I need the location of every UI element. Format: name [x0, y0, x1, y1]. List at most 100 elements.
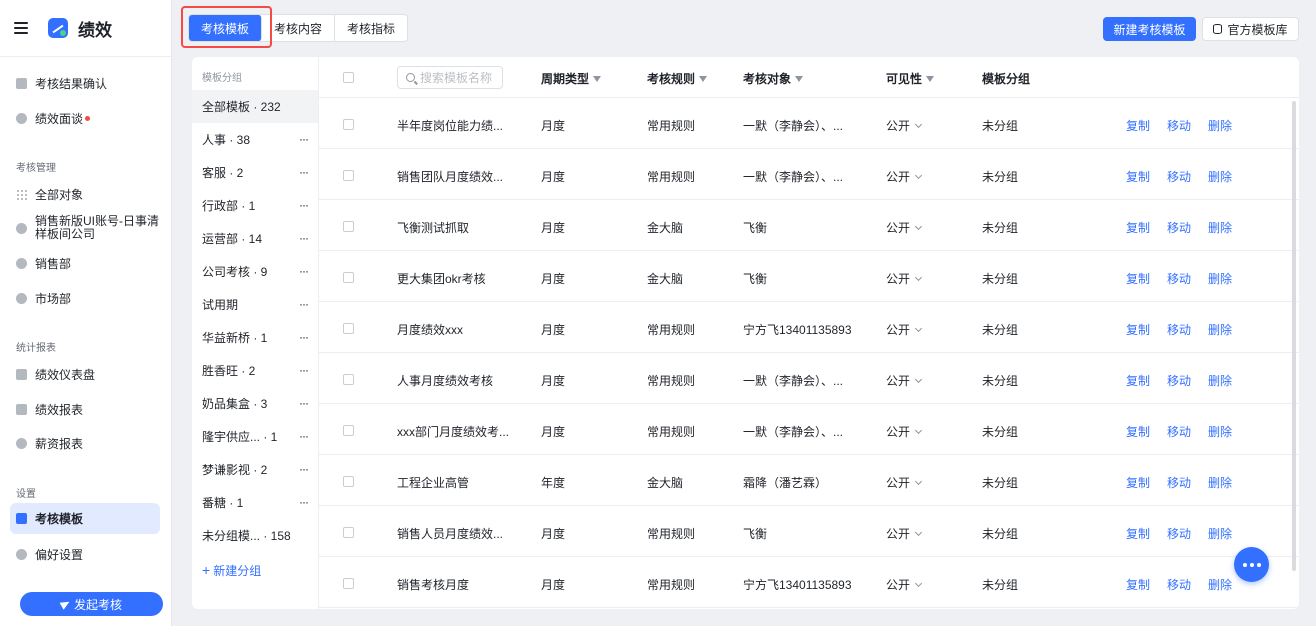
template-name[interactable]: 半年度岗位能力绩...	[397, 117, 503, 134]
template-name[interactable]: xxx部门月度绩效考...	[397, 423, 509, 440]
visibility-select[interactable]: 公开	[886, 474, 923, 491]
template-name[interactable]: 更大集团okr考核	[397, 270, 486, 287]
search-input[interactable]	[420, 70, 500, 85]
delete-button[interactable]: 删除	[1208, 576, 1232, 593]
delete-button[interactable]: 删除	[1208, 423, 1232, 440]
filter-icon[interactable]	[795, 76, 804, 82]
move-button[interactable]: 移动	[1167, 576, 1191, 593]
group-item[interactable]: 未分组模... · 158	[192, 519, 318, 552]
copy-button[interactable]: 复制	[1126, 219, 1150, 236]
row-checkbox[interactable]	[343, 221, 354, 232]
delete-button[interactable]: 删除	[1208, 525, 1232, 542]
group-item[interactable]: 隆宇供应... · 1 ···	[192, 420, 318, 453]
visibility-select[interactable]: 公开	[886, 372, 923, 389]
group-item[interactable]: 番糖 · 1 ···	[192, 486, 318, 519]
copy-button[interactable]: 复制	[1126, 576, 1150, 593]
group-item[interactable]: 全部模板 · 232	[192, 90, 318, 123]
row-checkbox[interactable]	[343, 170, 354, 181]
table-row[interactable]: 月度绩效xxx 月度 常用规则 宁方飞13401135893 公开 未分组 复制 移动 删除	[319, 302, 1299, 353]
table-row[interactable]: 销售团队月度绩效... 月度 常用规则 一默（李静会）、... 公开 未分组 复制 移动 删除	[319, 149, 1299, 200]
table-row[interactable]: 半年度岗位能力绩... 月度 常用规则 一默（李静会）、... 公开 未分组 复制 移动 删除	[319, 98, 1299, 149]
more-icon[interactable]: ···	[299, 165, 309, 179]
group-item[interactable]: 华益新桥 · 1 ···	[192, 321, 318, 354]
group-item[interactable]: 行政部 · 1 ···	[192, 189, 318, 222]
visibility-select[interactable]: 公开	[886, 576, 923, 593]
group-item[interactable]: 客服 · 2 ···	[192, 156, 318, 189]
row-checkbox[interactable]	[343, 272, 354, 283]
more-actions-button[interactable]	[1234, 547, 1269, 582]
move-button[interactable]: 移动	[1167, 219, 1191, 236]
sidebar-item-marketing[interactable]: 市场部	[10, 287, 160, 309]
row-checkbox[interactable]	[343, 425, 354, 436]
table-row[interactable]: 销售人员月度绩效... 月度 常用规则 飞衡 公开 未分组 复制 移动 删除	[319, 506, 1299, 557]
more-icon[interactable]: ···	[299, 264, 309, 278]
row-checkbox[interactable]	[343, 476, 354, 487]
row-checkbox[interactable]	[343, 578, 354, 589]
copy-button[interactable]: 复制	[1126, 525, 1150, 542]
more-icon[interactable]: ···	[299, 198, 309, 212]
copy-button[interactable]: 复制	[1126, 372, 1150, 389]
sidebar-item-preferences[interactable]: 偏好设置	[10, 543, 160, 565]
more-icon[interactable]: ···	[299, 396, 309, 410]
template-name[interactable]: 工程企业高管	[397, 474, 469, 491]
delete-button[interactable]: 删除	[1208, 270, 1232, 287]
table-row[interactable]: 工程企业高管 年度 金大脑 霜降（潘艺霖） 公开 未分组 复制 移动 删除	[319, 455, 1299, 506]
group-item[interactable]: 梦谦影视 · 2 ···	[192, 453, 318, 486]
filter-icon[interactable]	[699, 76, 708, 82]
copy-button[interactable]: 复制	[1126, 321, 1150, 338]
table-row[interactable]: 人事月度绩效考核 月度 常用规则 一默（李静会）、... 公开 未分组 复制 移动 删除	[319, 353, 1299, 404]
sidebar-item-all-targets[interactable]: 全部对象	[10, 183, 160, 205]
sidebar-item-dashboard[interactable]: 绩效仪表盘	[10, 363, 160, 385]
delete-button[interactable]: 删除	[1208, 372, 1232, 389]
tab-content[interactable]: 考核内容	[262, 15, 336, 41]
sidebar-item-company[interactable]: 销售新版UI账号-日事清 样板间公司	[10, 214, 160, 242]
search-box[interactable]	[397, 66, 503, 89]
move-button[interactable]: 移动	[1167, 321, 1191, 338]
column-visibility[interactable]: 可见性	[886, 70, 935, 87]
visibility-select[interactable]: 公开	[886, 270, 923, 287]
column-cycle[interactable]: 周期类型	[541, 70, 602, 87]
tab-indicators[interactable]: 考核指标	[335, 15, 407, 41]
visibility-select[interactable]: 公开	[886, 168, 923, 185]
table-row[interactable]: 销售考核月度 月度 常用规则 宁方飞13401135893 公开 未分组 复制 移动 删除	[319, 557, 1299, 608]
group-item[interactable]: 公司考核 · 9 ···	[192, 255, 318, 288]
visibility-select[interactable]: 公开	[886, 219, 923, 236]
delete-button[interactable]: 删除	[1208, 474, 1232, 491]
more-icon[interactable]: ···	[299, 363, 309, 377]
template-name[interactable]: 人事月度绩效考核	[397, 372, 493, 389]
more-icon[interactable]: ···	[299, 330, 309, 344]
group-item[interactable]: 奶品集盒 · 3 ···	[192, 387, 318, 420]
group-item[interactable]: 人事 · 38 ···	[192, 123, 318, 156]
new-template-button[interactable]: 新建考核模板	[1103, 17, 1196, 41]
copy-button[interactable]: 复制	[1126, 270, 1150, 287]
row-checkbox[interactable]	[343, 527, 354, 538]
more-icon[interactable]: ···	[299, 495, 309, 509]
more-icon[interactable]: ···	[299, 429, 309, 443]
filter-icon[interactable]	[926, 76, 935, 82]
menu-icon[interactable]	[14, 22, 28, 34]
move-button[interactable]: 移动	[1167, 474, 1191, 491]
move-button[interactable]: 移动	[1167, 525, 1191, 542]
column-rule[interactable]: 考核规则	[647, 70, 708, 87]
move-button[interactable]: 移动	[1167, 270, 1191, 287]
row-checkbox[interactable]	[343, 374, 354, 385]
template-name[interactable]: 销售人员月度绩效...	[397, 525, 503, 542]
sidebar-item-templates[interactable]: 考核模板	[10, 503, 160, 534]
delete-button[interactable]: 删除	[1208, 117, 1232, 134]
copy-button[interactable]: 复制	[1126, 474, 1150, 491]
more-icon[interactable]: ···	[299, 132, 309, 146]
template-name[interactable]: 月度绩效xxx	[397, 321, 463, 338]
template-name[interactable]: 销售考核月度	[397, 576, 469, 593]
template-name[interactable]: 销售团队月度绩效...	[397, 168, 503, 185]
move-button[interactable]: 移动	[1167, 168, 1191, 185]
visibility-select[interactable]: 公开	[886, 321, 923, 338]
visibility-select[interactable]: 公开	[886, 117, 923, 134]
move-button[interactable]: 移动	[1167, 372, 1191, 389]
group-item[interactable]: 运营部 · 14 ···	[192, 222, 318, 255]
move-button[interactable]: 移动	[1167, 117, 1191, 134]
table-row[interactable]: 更大集团okr考核 月度 金大脑 飞衡 公开 未分组 复制 移动 删除	[319, 251, 1299, 302]
table-row[interactable]: xxx部门月度绩效考... 月度 常用规则 一默（李静会）、... 公开 未分组 复制 移动删…	[319, 404, 1299, 455]
sidebar-item-interview[interactable]: 绩效面谈	[10, 107, 160, 129]
copy-button[interactable]: 复制	[1126, 168, 1150, 185]
group-item[interactable]: 试用期 ···	[192, 288, 318, 321]
